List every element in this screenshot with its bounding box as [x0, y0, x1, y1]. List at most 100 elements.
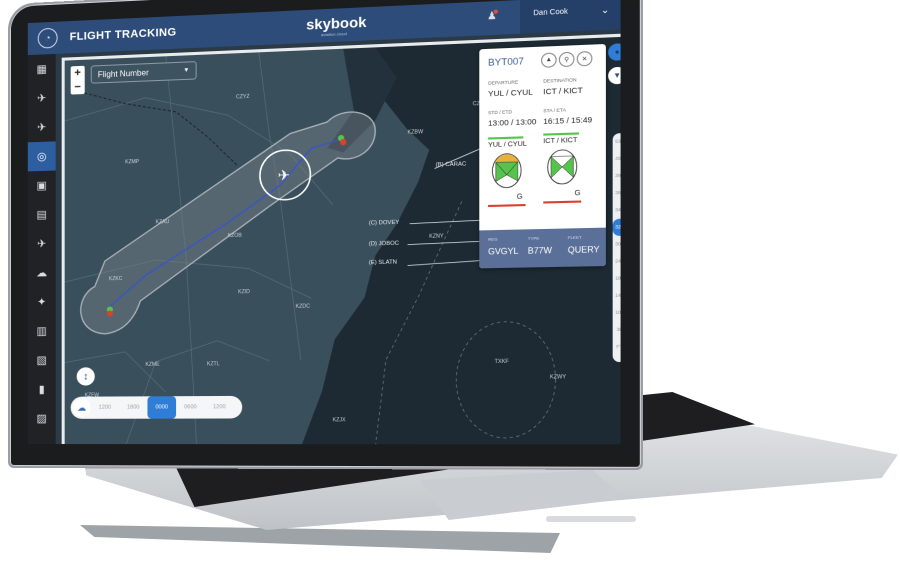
- time-option[interactable]: 0000: [147, 396, 177, 419]
- user-name: Dan Cook: [533, 8, 568, 18]
- dep-alert-bar: [488, 203, 526, 207]
- weather-icon: ☁: [36, 267, 48, 280]
- region-label: KZNY: [429, 233, 444, 240]
- sidebar-item-pin[interactable]: ✦: [28, 287, 56, 317]
- altitude-slider[interactable]: 530 450 390 360 340 320 300 240 180 140 100 30 FT: [612, 132, 621, 363]
- vertical-arrows-icon[interactable]: ↕: [76, 367, 95, 386]
- sidebar-item-plane[interactable]: ✈: [28, 83, 56, 113]
- sidebar-item-plane-settings[interactable]: ✈: [28, 112, 56, 142]
- chevron-down-icon: ⌄: [600, 4, 610, 16]
- dep-station: YUL / CYUL: [488, 140, 527, 150]
- sidebar-item-weather[interactable]: ☁: [28, 258, 56, 288]
- fleet-label: FLEET: [567, 234, 582, 241]
- location-pin-icon[interactable]: ⚲: [558, 51, 575, 68]
- zoom-control: + −: [70, 65, 85, 95]
- weather-cloud-icon[interactable]: ☁: [72, 398, 91, 417]
- sidebar-item-presentation[interactable]: ▣: [28, 171, 56, 201]
- waypoint-label[interactable]: (E) SLATN: [369, 259, 397, 266]
- dep-status-bar: [488, 136, 524, 140]
- laptop-base-edge: [80, 525, 560, 553]
- region-label: TXKF: [494, 358, 509, 366]
- chart-icon: ▮: [38, 383, 45, 396]
- dep-weather-gauge: [490, 151, 523, 190]
- sta-eta-label: STA / ETA: [543, 107, 566, 114]
- radar-icon[interactable]: ◔: [37, 27, 58, 49]
- sidebar-item-document[interactable]: ▤: [28, 200, 56, 230]
- sidebar-item-plane-gear[interactable]: ✈: [28, 229, 56, 259]
- boundary-dashed: [75, 84, 238, 171]
- waypoint-label[interactable]: (D) JOBOC: [369, 241, 399, 248]
- plane-icon: ✈: [37, 92, 47, 105]
- warning-icon[interactable]: ▲: [541, 52, 557, 68]
- flight-detail-panel: BYT007 ▲ ⚲ ✕ DEPARTURE YUL / CYUL DESTIN…: [479, 43, 606, 269]
- close-icon[interactable]: ✕: [576, 50, 593, 67]
- clipboard-icon: ▧: [36, 354, 47, 367]
- aircraft-icon: ✈: [278, 166, 290, 183]
- report-icon: ▨: [36, 412, 47, 425]
- altitude-level[interactable]: 320: [612, 218, 621, 236]
- pin-icon: ✦: [37, 296, 47, 309]
- sidebar-item-radar[interactable]: ◎: [27, 141, 56, 172]
- presentation-icon: ▣: [36, 179, 47, 193]
- zoom-out-button[interactable]: −: [71, 80, 85, 95]
- waypoint-label[interactable]: (C) DOVEY: [369, 220, 400, 227]
- time-option[interactable]: 1200: [205, 404, 234, 410]
- waypoint-label[interactable]: (B) CARAC: [436, 161, 467, 168]
- arr-station: ICT / KICT: [543, 136, 578, 146]
- region-label: KZBW: [407, 129, 424, 136]
- sidebar-item-grid[interactable]: ▦: [28, 54, 56, 84]
- flight-id: BYT007: [488, 55, 524, 68]
- arr-weather-gauge: [545, 147, 578, 186]
- region-label: KZDC: [295, 303, 310, 310]
- page-title: FLIGHT TRACKING: [69, 26, 177, 44]
- region-label: KZTL: [206, 361, 220, 368]
- region-label: KZOB: [227, 232, 242, 240]
- layers-icon[interactable]: ●: [608, 43, 621, 61]
- region-label: KZME: [145, 361, 160, 368]
- map-view[interactable]: ✈ + − Flight Number ▼ CZYZ KZMP KZAU KZOB KZ…: [61, 33, 621, 445]
- altitude-level[interactable]: 360: [613, 184, 620, 201]
- time-option[interactable]: 1800: [119, 404, 147, 410]
- type-label: TYPE: [527, 235, 540, 241]
- caret-down-icon: ▼: [183, 67, 190, 74]
- time-selector: ☁ 1200 1800 0000 0600 1200: [70, 395, 243, 419]
- brand-tagline: aviation cloud: [320, 30, 347, 38]
- altitude-level[interactable]: 100: [613, 304, 620, 321]
- sidebar-item-window[interactable]: ▭: [28, 433, 56, 444]
- fleet-value: QUERY: [567, 244, 600, 256]
- altitude-level[interactable]: 30: [613, 321, 621, 338]
- sidebar: ▦ ✈ ✈ ◎ ▣ ▤ ✈ ☁ ✦ ▥ ▧ ▮ ▨ ▭: [27, 53, 56, 444]
- altitude-level[interactable]: 300: [613, 236, 620, 253]
- time-option[interactable]: 0600: [176, 404, 205, 410]
- altitude-level[interactable]: 240: [613, 253, 620, 270]
- altitude-level[interactable]: 180: [613, 270, 620, 287]
- sidebar-item-book[interactable]: ▥: [28, 316, 56, 345]
- sidebar-item-report[interactable]: ▨: [28, 404, 56, 433]
- altitude-level[interactable]: 140: [613, 287, 620, 304]
- type-value: B77W: [527, 245, 552, 256]
- zoom-in-button[interactable]: +: [71, 66, 85, 81]
- sidebar-item-chart[interactable]: ▮: [28, 375, 56, 404]
- app-screen: ◔ FLIGHT TRACKING skybook aviation cloud…: [27, 0, 621, 445]
- laptop-notch: [546, 516, 636, 522]
- filter-icon[interactable]: ▼: [608, 66, 621, 85]
- reg-value: GVGYL: [488, 246, 519, 257]
- sidebar-item-clipboard[interactable]: ▧: [28, 345, 56, 374]
- plane-gear-icon: ✈: [37, 238, 47, 251]
- radar-icon: ◎: [36, 150, 47, 164]
- altitude-level[interactable]: 340: [613, 201, 620, 218]
- region-label: KZJX: [332, 417, 346, 424]
- flight-number-select-value: Flight Number: [97, 67, 149, 79]
- user-menu[interactable]: Dan Cook ⌄: [520, 0, 621, 34]
- altitude-level[interactable]: 390: [613, 167, 620, 184]
- destination-value: ICT / KICT: [543, 85, 583, 97]
- brand-logo: skybook: [306, 13, 367, 33]
- region-label: KZWY: [549, 374, 567, 381]
- sta-eta-value: 16:15 / 15:49: [543, 114, 593, 127]
- altitude-level[interactable]: 450: [613, 150, 620, 168]
- altitude-level[interactable]: 530: [613, 133, 620, 151]
- time-option[interactable]: 1200: [91, 405, 119, 411]
- grid-icon: ▦: [36, 63, 47, 76]
- std-etd-label: STD / ETD: [488, 109, 513, 116]
- aircraft-info-footer: REG GVGYL TYPE B77W FLEET QUERY: [479, 227, 606, 269]
